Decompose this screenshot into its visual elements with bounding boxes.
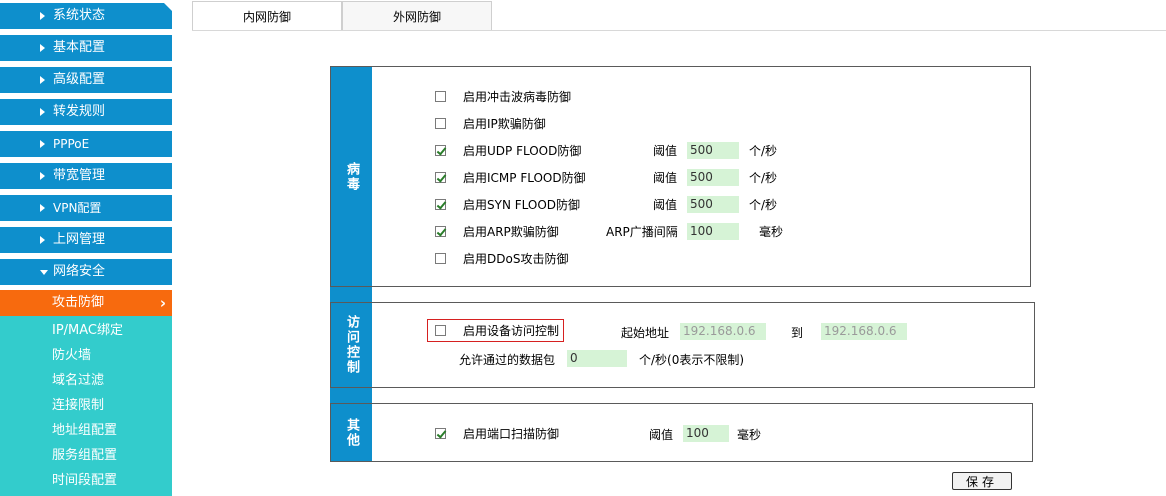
sidebar-item-vpn[interactable]: VPN配置 (0, 195, 172, 221)
icmp-threshold-label: 阈值 (653, 171, 678, 185)
other-section-label: 其他 (331, 404, 372, 461)
sidebar-sub-domain-filter[interactable]: 域名过滤 (52, 368, 104, 393)
sidebar-item-pppoe[interactable]: PPPoE (0, 131, 172, 157)
ddos-checkbox[interactable] (435, 253, 446, 264)
udp-threshold-label: 阈值 (653, 144, 678, 158)
icmp-unit: 个/秒 (749, 171, 778, 185)
other-section: 其他 启用端口扫描防御 阈值 毫秒 (330, 403, 1033, 462)
ip-spoof-checkbox[interactable] (435, 118, 446, 129)
triangle-right-icon (40, 204, 45, 212)
access-control-checkbox[interactable] (435, 325, 446, 336)
triangle-right-icon (40, 172, 45, 180)
tab-internal-defense[interactable]: 内网防御 (192, 1, 342, 30)
sidebar-item-forwarding-rules[interactable]: 转发规则 (0, 99, 172, 125)
triangle-right-icon (40, 140, 45, 148)
arp-unit: 毫秒 (759, 225, 784, 239)
sidebar-item-label: 转发规则 (53, 104, 106, 119)
icmp-flood-label: 启用ICMP FLOOD防御 (463, 171, 586, 185)
triangle-right-icon (40, 108, 45, 116)
sidebar-item-label: 高级配置 (53, 72, 106, 87)
syn-flood-checkbox[interactable] (435, 199, 446, 210)
sidebar-sub-ip-mac[interactable]: IP/MAC绑定 (52, 318, 123, 343)
sidebar-sub-list: IP/MAC绑定 防火墙 域名过滤 连接限制 地址组配置 服务组配置 时间段配置 (0, 316, 172, 496)
arp-spoof-label: 启用ARP欺骗防御 (463, 225, 559, 239)
sidebar-item-basic-config[interactable]: 基本配置 (0, 35, 172, 61)
port-scan-unit: 毫秒 (737, 428, 762, 442)
sidebar-item-label: 基本配置 (53, 40, 106, 55)
sidebar-item-bandwidth[interactable]: 带宽管理 (0, 163, 172, 189)
ddos-label: 启用DDoS攻击防御 (463, 252, 569, 266)
port-scan-label: 启用端口扫描防御 (463, 427, 560, 441)
sidebar-item-internet-mgmt[interactable]: 上网管理 (0, 227, 172, 253)
save-button[interactable]: 保存 (952, 472, 1012, 490)
shockwave-label: 启用冲击波病毒防御 (463, 90, 572, 104)
icmp-threshold-input[interactable] (687, 169, 739, 186)
sidebar-sub-time-range[interactable]: 时间段配置 (52, 468, 117, 493)
port-scan-checkbox[interactable] (435, 428, 446, 439)
virus-section-label: 病毒 (331, 67, 372, 286)
syn-flood-label: 启用SYN FLOOD防御 (463, 198, 581, 212)
syn-unit: 个/秒 (749, 198, 778, 212)
arp-interval-input[interactable] (687, 223, 739, 240)
triangle-right-icon (40, 236, 45, 244)
sidebar-item-system-status[interactable]: 系统状态 (0, 3, 172, 29)
sidebar-item-label: VPN配置 (53, 201, 102, 215)
section-connector (330, 388, 372, 403)
udp-unit: 个/秒 (749, 144, 778, 158)
virus-section: 病毒 启用冲击波病毒防御 启用IP欺骗防御 启用UDP FLOOD防御 阈值 个… (330, 66, 1031, 287)
arp-interval-label: ARP广播间隔 (606, 225, 678, 239)
corner-notch (164, 3, 172, 11)
start-address-label: 起始地址 (621, 326, 670, 340)
sidebar-sub-label: 攻击防御 (52, 295, 105, 310)
icmp-flood-checkbox[interactable] (435, 172, 446, 183)
access-control-section: 访问控制 启用设备访问控制 起始地址 到 允许通过的数据包 个/秒(0表示不限制… (330, 302, 1035, 388)
shockwave-checkbox[interactable] (435, 91, 446, 102)
sidebar-sub-connection-limit[interactable]: 连接限制 (52, 393, 104, 418)
triangle-right-icon (40, 44, 45, 52)
section-connector (330, 287, 372, 302)
udp-threshold-input[interactable] (687, 142, 739, 159)
udp-flood-checkbox[interactable] (435, 145, 446, 156)
to-label: 到 (791, 326, 804, 340)
sidebar-item-label: 系统状态 (53, 8, 106, 23)
syn-threshold-label: 阈值 (653, 198, 678, 212)
udp-flood-label: 启用UDP FLOOD防御 (463, 144, 582, 158)
packets-unit: 个/秒(0表示不限制) (639, 353, 745, 367)
sidebar-item-label: PPPoE (53, 137, 90, 151)
sidebar-sub-address-group[interactable]: 地址组配置 (52, 418, 117, 443)
sidebar-sub-attack-defense[interactable]: 攻击防御 › (0, 290, 172, 316)
sidebar-sub-service-group[interactable]: 服务组配置 (52, 443, 117, 468)
arp-spoof-checkbox[interactable] (435, 226, 446, 237)
port-scan-threshold-input[interactable] (683, 425, 729, 442)
triangle-down-icon (40, 270, 48, 275)
end-address-input[interactable] (821, 323, 907, 340)
triangle-right-icon (40, 12, 45, 20)
tab-external-defense[interactable]: 外网防御 (342, 1, 492, 30)
tab-baseline (192, 30, 1166, 31)
syn-threshold-input[interactable] (687, 196, 739, 213)
sidebar-item-label: 网络安全 (53, 264, 106, 279)
start-address-input[interactable] (680, 323, 766, 340)
sidebar-item-label: 上网管理 (53, 232, 106, 247)
ip-spoof-label: 启用IP欺骗防御 (463, 117, 546, 131)
triangle-right-icon (40, 76, 45, 84)
sidebar-item-advanced-config[interactable]: 高级配置 (0, 67, 172, 93)
packets-label: 允许通过的数据包 (459, 353, 556, 367)
sidebar-item-network-security[interactable]: 网络安全 (0, 259, 172, 285)
port-scan-threshold-label: 阈值 (649, 428, 674, 442)
sidebar-sub-firewall[interactable]: 防火墙 (52, 343, 91, 368)
access-control-section-label: 访问控制 (331, 303, 372, 387)
access-control-label: 启用设备访问控制 (463, 324, 560, 338)
chevron-right-icon: › (159, 294, 166, 312)
sidebar: 系统状态 基本配置 高级配置 转发规则 PPPoE 带宽管理 VPN配置 上网管… (0, 0, 172, 496)
packets-input[interactable] (567, 350, 627, 367)
sidebar-item-label: 带宽管理 (53, 168, 106, 183)
